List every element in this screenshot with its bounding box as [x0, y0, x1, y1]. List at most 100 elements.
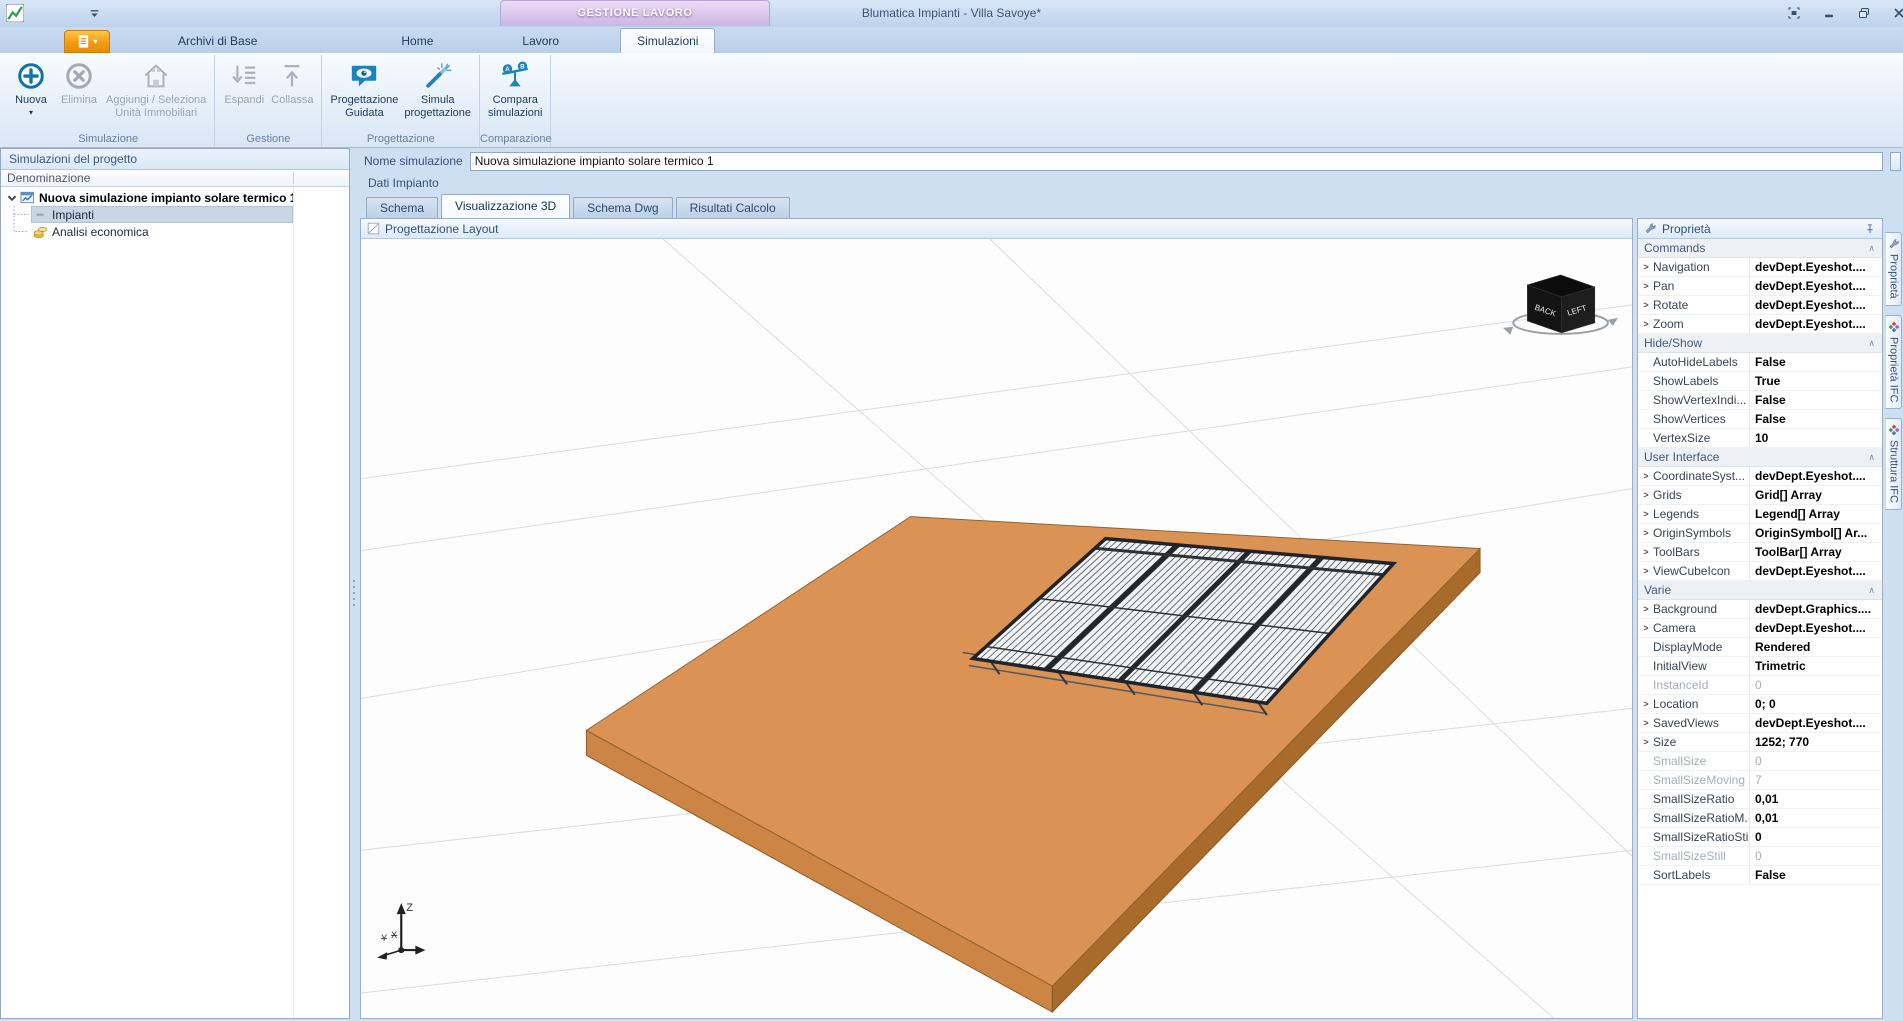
property-row-navigation[interactable]: >NavigationdevDept.Eyeshot....	[1638, 258, 1882, 277]
expand-icon	[229, 61, 259, 91]
ribbon-tab-home[interactable]: Home	[385, 29, 449, 53]
progettazione-button[interactable]: ProgettazioneGuidata	[327, 57, 401, 120]
property-row-smallsizestill[interactable]: SmallSizeStill0	[1638, 847, 1882, 866]
property-row-zoom[interactable]: >ZoomdevDept.Eyeshot....	[1638, 315, 1882, 334]
property-row-displaymode[interactable]: DisplayModeRendered	[1638, 638, 1882, 657]
property-row-camera[interactable]: >CameradevDept.Eyeshot....	[1638, 619, 1882, 638]
property-value: 0	[1750, 676, 1882, 694]
dock-tab-propriet-ifc[interactable]: Proprietà IFC	[1885, 315, 1902, 409]
property-label-cell: SmallSizeMoving	[1638, 771, 1750, 789]
expand-icon[interactable]: >	[1641, 262, 1651, 272]
3d-canvas[interactable]: BACK LEFT Z Y X	[361, 239, 1632, 1018]
property-row-showlabels[interactable]: ShowLabelsTrue	[1638, 372, 1882, 391]
column-divider	[293, 172, 294, 184]
property-row-grids[interactable]: >GridsGrid[] Array	[1638, 486, 1882, 505]
property-row-smallsizemoving[interactable]: SmallSizeMoving7	[1638, 771, 1882, 790]
property-row-size[interactable]: >Size1252; 770	[1638, 733, 1882, 752]
collapse-chevron-icon[interactable]: ∧	[1868, 239, 1875, 257]
property-row-showvertexindi[interactable]: ShowVertexIndi...False	[1638, 391, 1882, 410]
view-cube[interactable]: BACK LEFT	[1503, 275, 1618, 335]
restore-button[interactable]	[1854, 5, 1874, 21]
expand-icon[interactable]: >	[1641, 623, 1651, 633]
property-row-background[interactable]: >BackgrounddevDept.Graphics....	[1638, 600, 1882, 619]
property-section-user-interface[interactable]: User Interface∧	[1638, 448, 1882, 467]
nuova-button[interactable]: Nuova▾	[7, 57, 55, 118]
expand-icon[interactable]: >	[1641, 699, 1651, 709]
compara-button[interactable]: ABComparasimulazioni	[485, 57, 545, 120]
property-row-coordinatesyst[interactable]: >CoordinateSyst...devDept.Eyeshot....	[1638, 467, 1882, 486]
property-row-vertexsize[interactable]: VertexSize10	[1638, 429, 1882, 448]
property-row-instanceid[interactable]: InstanceId0	[1638, 676, 1882, 695]
property-section-hide-show[interactable]: Hide/Show∧	[1638, 334, 1882, 353]
expand-icon[interactable]: >	[1641, 547, 1651, 557]
expand-icon[interactable]: >	[1641, 737, 1651, 747]
expand-icon[interactable]: >	[1641, 509, 1651, 519]
collapse-chevron-icon[interactable]: ∧	[1868, 448, 1875, 466]
simulation-name-input[interactable]	[470, 152, 1883, 171]
property-row-location[interactable]: >Location0; 0	[1638, 695, 1882, 714]
property-row-viewcubeicon[interactable]: >ViewCubeIcondevDept.Eyeshot....	[1638, 562, 1882, 581]
ifc-icon	[1888, 321, 1900, 333]
property-row-pan[interactable]: >PandevDept.Eyeshot....	[1638, 277, 1882, 296]
tab-schema[interactable]: Schema	[366, 197, 438, 218]
tab-schema-dwg[interactable]: Schema Dwg	[573, 197, 672, 218]
ribbon-tab-simulazioni[interactable]: Simulazioni	[620, 28, 715, 53]
expand-icon[interactable]: >	[1641, 319, 1651, 329]
title-bar: Blumatica Impianti - Villa Savoye* GESTI…	[0, 0, 1903, 27]
property-row-smallsizeratio[interactable]: SmallSizeRatio0,01	[1638, 790, 1882, 809]
application-menu-button[interactable]: ▾	[64, 30, 110, 53]
expand-icon[interactable]: >	[1641, 566, 1651, 576]
tree-item-analisi-economica[interactable]: Analisi economica	[1, 223, 293, 240]
tree-item-impianti[interactable]: Impianti	[1, 206, 293, 223]
expand-icon[interactable]: >	[1641, 490, 1651, 500]
expand-icon[interactable]: >	[1641, 604, 1651, 614]
column-header-denominazione[interactable]: Denominazione	[1, 170, 349, 187]
tab-visualizzazione-3d[interactable]: Visualizzazione 3D	[441, 194, 570, 218]
property-row-savedviews[interactable]: >SavedViewsdevDept.Eyeshot....	[1638, 714, 1882, 733]
close-button[interactable]	[1889, 5, 1903, 21]
property-row-smallsize[interactable]: SmallSize0	[1638, 752, 1882, 771]
expand-icon[interactable]: >	[1641, 528, 1651, 538]
expand-icon[interactable]: >	[1641, 300, 1651, 310]
property-row-smallsizeratiostill[interactable]: SmallSizeRatioStill0	[1638, 828, 1882, 847]
ribbon-group-simulazione: Nuova▾EliminaAggiungi / SelezionaUnità I…	[2, 55, 215, 147]
tree-expander-icon[interactable]	[6, 192, 18, 204]
ribbon-tab-lavoro[interactable]: Lavoro	[506, 29, 575, 53]
property-row-smallsizeratiom[interactable]: SmallSizeRatioM...0,01	[1638, 809, 1882, 828]
minimize-button[interactable]	[1819, 5, 1839, 21]
property-row-sortlabels[interactable]: SortLabelsFalse	[1638, 866, 1882, 885]
dock-tab-struttura-ifc[interactable]: Struttura IFC	[1885, 418, 1902, 510]
name-field-side-button[interactable]	[1890, 152, 1901, 171]
property-row-toolbars[interactable]: >ToolBarsToolBar[] Array	[1638, 543, 1882, 562]
expand-icon[interactable]: >	[1641, 718, 1651, 728]
ribbon-tab-row: ▾ Archivi di Base Home Lavoro Simulazioni	[0, 27, 1903, 53]
3d-scene: BACK LEFT Z Y X	[361, 239, 1632, 1018]
simula-button[interactable]: Simulaprogettazione	[401, 57, 474, 120]
panel-splitter[interactable]	[350, 148, 358, 1019]
tree-item-nuova-simulazione-impianto-solare-termico-1[interactable]: Nuova simulazione impianto solare termic…	[1, 189, 293, 206]
dati-impianto-tabs: SchemaVisualizzazione 3DSchema DwgRisult…	[358, 194, 1903, 218]
tab-risultati-calcolo[interactable]: Risultati Calcolo	[676, 197, 790, 218]
expand-icon[interactable]: >	[1641, 471, 1651, 481]
project-simulations-panel: Simulazioni del progetto Denominazione N…	[0, 148, 350, 1019]
property-label: Navigation	[1653, 260, 1710, 274]
property-label: ToolBars	[1653, 545, 1700, 559]
ribbon-tab-archivi-di-base[interactable]: Archivi di Base	[162, 29, 273, 53]
property-label-cell: >OriginSymbols	[1638, 524, 1750, 542]
fullscreen-button[interactable]	[1784, 5, 1804, 21]
collapse-chevron-icon[interactable]: ∧	[1868, 581, 1875, 599]
property-row-autohidelabels[interactable]: AutoHideLabelsFalse	[1638, 353, 1882, 372]
expand-icon[interactable]: >	[1641, 281, 1651, 291]
property-row-originsymbols[interactable]: >OriginSymbolsOriginSymbol[] Ar...	[1638, 524, 1882, 543]
dock-tab-propriet[interactable]: Proprietà	[1885, 232, 1902, 306]
collapse-chevron-icon[interactable]: ∧	[1868, 334, 1875, 352]
property-value: 7	[1750, 771, 1882, 789]
property-label: SmallSizeRatio	[1653, 792, 1734, 806]
property-section-commands[interactable]: Commands∧	[1638, 239, 1882, 258]
property-row-showvertices[interactable]: ShowVerticesFalse	[1638, 410, 1882, 429]
pin-icon[interactable]	[1864, 223, 1876, 235]
property-row-initialview[interactable]: InitialViewTrimetric	[1638, 657, 1882, 676]
property-row-legends[interactable]: >LegendsLegend[] Array	[1638, 505, 1882, 524]
property-section-varie[interactable]: Varie∧	[1638, 581, 1882, 600]
property-row-rotate[interactable]: >RotatedevDept.Eyeshot....	[1638, 296, 1882, 315]
